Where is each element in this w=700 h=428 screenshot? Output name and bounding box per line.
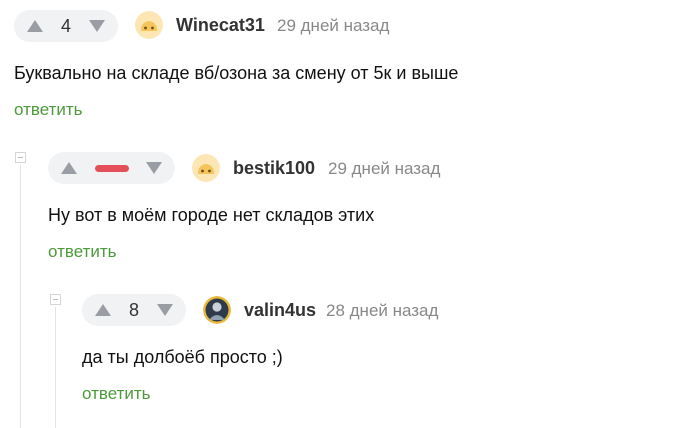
username[interactable]: valin4us (244, 300, 316, 321)
thread-line (20, 165, 21, 428)
rating-count: 8 (128, 299, 139, 320)
user-photo-icon (203, 296, 231, 324)
downvote-icon (156, 304, 173, 316)
downvote-icon (88, 20, 105, 32)
collapse-thread-button[interactable] (15, 152, 26, 163)
comment-text: да ты долбоёб просто ;) (82, 347, 283, 367)
upvote-button[interactable] (60, 159, 78, 177)
rating-count: 4 (60, 15, 71, 36)
collapse-thread-button[interactable] (50, 294, 61, 305)
comment-text: Буквально на складе вб/озона за смену от… (14, 63, 459, 83)
reply-link[interactable]: ответить (14, 100, 83, 120)
timestamp[interactable]: 29 дней назад (328, 159, 440, 179)
timestamp[interactable]: 28 дней назад (326, 301, 438, 321)
downvote-icon (146, 162, 162, 174)
upvote-button[interactable] (26, 17, 44, 35)
downvote-button[interactable] (145, 159, 163, 177)
upvote-icon (27, 20, 43, 32)
downvote-button[interactable] (88, 17, 106, 35)
avatar[interactable] (192, 154, 220, 182)
downvote-button[interactable] (156, 301, 174, 319)
avatar[interactable] (203, 296, 231, 324)
comment-text: Ну вот в моём городе нет складов этих (48, 205, 375, 225)
thread-line (55, 307, 56, 428)
upvote-icon (61, 162, 77, 174)
upvote-icon (95, 304, 111, 316)
rating-control: 8 (82, 294, 186, 326)
rating-control (48, 152, 175, 184)
username[interactable]: Winecat31 (176, 15, 265, 36)
rating-control: 4 (14, 10, 118, 42)
upvote-button[interactable] (94, 301, 112, 319)
reply-link[interactable]: ответить (82, 384, 151, 404)
default-avatar-icon (192, 154, 220, 182)
avatar[interactable] (135, 11, 163, 39)
reply-link[interactable]: ответить (48, 242, 117, 262)
timestamp[interactable]: 29 дней назад (277, 16, 389, 36)
negative-rating-indicator (94, 164, 129, 172)
username[interactable]: bestik100 (233, 158, 315, 179)
default-avatar-icon (135, 11, 163, 39)
